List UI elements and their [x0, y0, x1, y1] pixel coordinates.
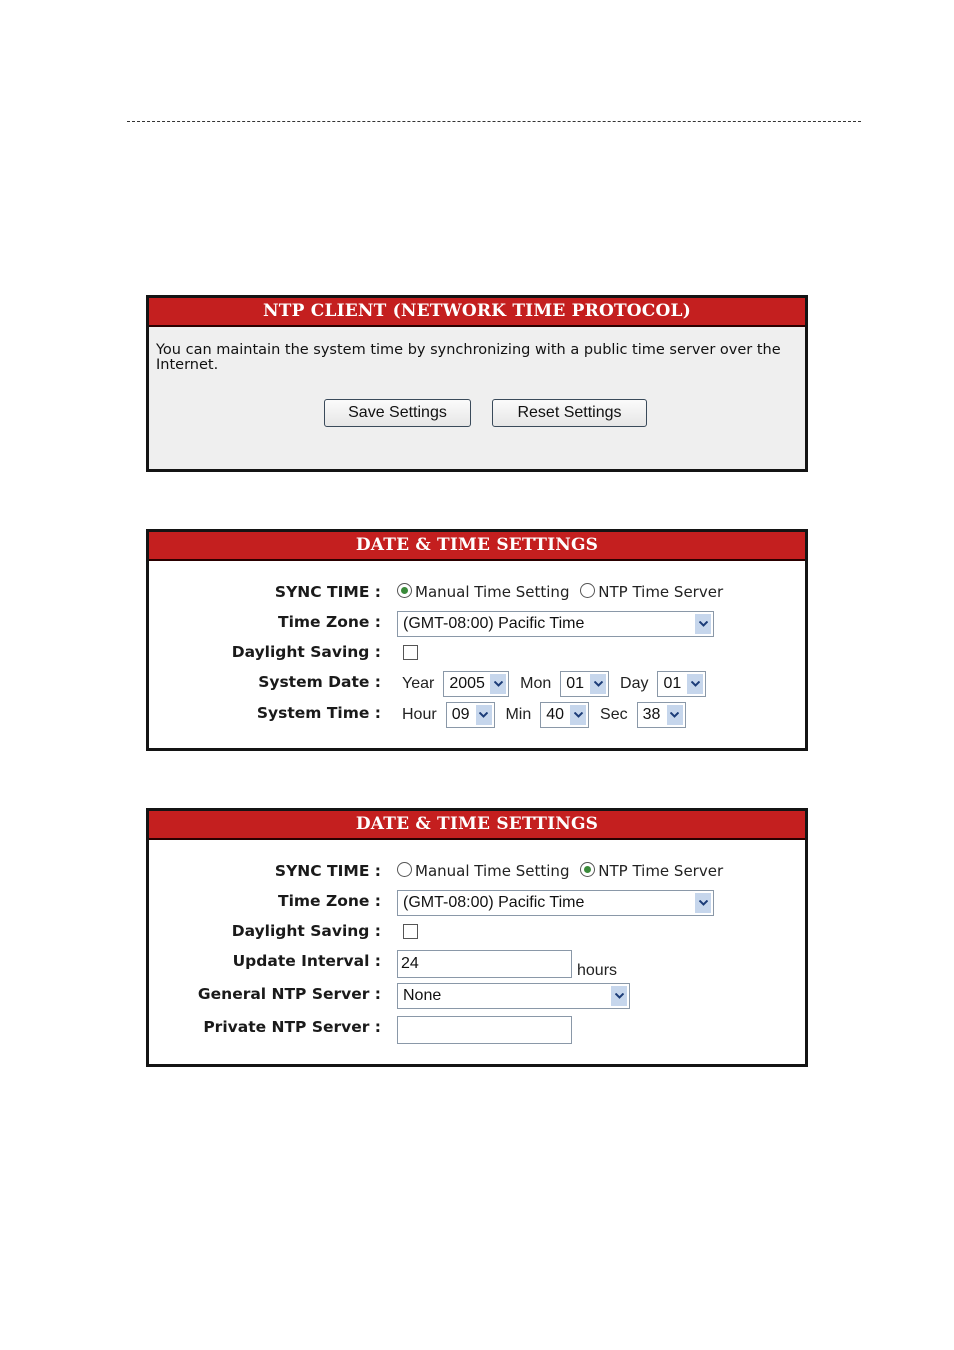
chevron-down-icon[interactable] [695, 614, 711, 634]
update-interval-label: Update Interval : [232, 952, 381, 970]
chevron-down-icon[interactable] [611, 986, 627, 1006]
month-label: Mon [520, 675, 552, 692]
chevron-down-icon[interactable] [695, 893, 711, 913]
sync-time-label: SYNC TIME : [274, 862, 381, 880]
time-zone-label: Time Zone : [278, 892, 381, 910]
hour-value: 09 [451, 706, 470, 723]
daylight-saving-row: Daylight Saving : [149, 920, 805, 948]
manual-time-radio[interactable] [397, 583, 412, 598]
panel-title: DATE & TIME SETTINGS [149, 811, 805, 840]
description-text: You can maintain the system time by sync… [156, 342, 781, 373]
sec-value: 38 [642, 706, 661, 723]
min-select[interactable]: 40 [540, 702, 590, 728]
chevron-down-icon[interactable] [687, 674, 704, 694]
private-ntp-server-row: Private NTP Server : [149, 1016, 805, 1044]
chevron-down-icon[interactable] [490, 674, 507, 694]
sync-time-row: SYNC TIME : Manual Time Setting NTP Time… [149, 860, 805, 888]
daylight-saving-checkbox[interactable] [403, 645, 418, 660]
system-time-row: System Time : Hour 09 Min 40 Sec 38 [149, 702, 805, 730]
time-zone-value: (GMT-08:00) Pacific Time [403, 894, 585, 911]
daylight-saving-label: Daylight Saving : [231, 643, 381, 661]
sec-select[interactable]: 38 [636, 702, 686, 728]
hour-label: Hour [402, 706, 437, 723]
hours-unit-label: hours [577, 962, 618, 979]
time-zone-row: Time Zone : (GMT-08:00) Pacific Time [149, 611, 805, 639]
ntp-client-panel: NTP CLIENT (NETWORK TIME PROTOCOL) You c… [146, 295, 808, 472]
sync-time-label: SYNC TIME : [274, 583, 381, 601]
daylight-saving-label: Daylight Saving : [231, 922, 381, 940]
year-label: Year [402, 675, 435, 692]
reset-settings-button[interactable]: Reset Settings [492, 399, 647, 427]
day-label: Day [620, 675, 649, 692]
time-zone-value: (GMT-08:00) Pacific Time [403, 615, 585, 632]
general-ntp-server-value: None [403, 987, 442, 1004]
time-zone-label: Time Zone : [278, 613, 381, 631]
general-ntp-server-select[interactable]: None [397, 983, 630, 1009]
page-divider [127, 121, 861, 122]
date-time-settings-ntp-panel: DATE & TIME SETTINGS SYNC TIME : Manual … [146, 808, 808, 1067]
sync-time-row: SYNC TIME : Manual Time Setting NTP Time… [149, 581, 805, 609]
daylight-saving-row: Daylight Saving : [149, 641, 805, 669]
chevron-down-icon[interactable] [666, 705, 683, 725]
general-ntp-server-row: General NTP Server : None [149, 983, 805, 1011]
panel-body: You can maintain the system time by sync… [149, 327, 805, 469]
year-select[interactable]: 2005 [443, 671, 510, 697]
hour-select[interactable]: 09 [445, 702, 495, 728]
manual-time-radio-label[interactable]: Manual Time Setting [415, 583, 569, 601]
date-time-settings-manual-panel: DATE & TIME SETTINGS SYNC TIME : Manual … [146, 529, 808, 751]
private-ntp-server-input[interactable] [397, 1016, 572, 1044]
save-settings-button[interactable]: Save Settings [324, 399, 471, 427]
panel-body: SYNC TIME : Manual Time Setting NTP Time… [149, 561, 805, 748]
panel-title: DATE & TIME SETTINGS [149, 532, 805, 561]
time-zone-select[interactable]: (GMT-08:00) Pacific Time [397, 611, 714, 637]
update-interval-input[interactable]: 24 [397, 950, 572, 978]
update-interval-row: Update Interval : 24 hours [149, 950, 805, 979]
system-date-label: System Date : [258, 673, 381, 691]
ntp-time-server-radio[interactable] [580, 862, 596, 877]
manual-time-radio[interactable] [397, 862, 412, 877]
min-value: 40 [546, 706, 565, 723]
sec-label: Sec [600, 706, 628, 723]
day-select[interactable]: 01 [657, 671, 707, 697]
chevron-down-icon[interactable] [590, 674, 607, 694]
chevron-down-icon[interactable] [475, 705, 492, 725]
private-ntp-server-label: Private NTP Server : [203, 1018, 381, 1036]
time-zone-select[interactable]: (GMT-08:00) Pacific Time [397, 890, 714, 916]
min-label: Min [505, 706, 532, 723]
panel-body: SYNC TIME : Manual Time Setting NTP Time… [149, 840, 805, 1064]
system-time-label: System Time : [256, 704, 381, 722]
ntp-time-server-radio-label[interactable]: NTP Time Server [598, 862, 723, 880]
day-value: 01 [663, 675, 682, 692]
time-zone-row: Time Zone : (GMT-08:00) Pacific Time [149, 890, 805, 918]
ntp-time-server-radio[interactable] [580, 583, 596, 598]
daylight-saving-checkbox[interactable] [403, 924, 418, 939]
month-value: 01 [566, 675, 585, 692]
general-ntp-server-label: General NTP Server : [197, 985, 381, 1003]
manual-time-radio-label[interactable]: Manual Time Setting [415, 862, 569, 880]
year-value: 2005 [449, 675, 485, 692]
ntp-time-server-radio-label[interactable]: NTP Time Server [598, 583, 723, 601]
panel-title: NTP CLIENT (NETWORK TIME PROTOCOL) [149, 298, 805, 327]
chevron-down-icon[interactable] [570, 705, 587, 725]
system-date-row: System Date : Year 2005 Mon 01 Day 01 [149, 671, 805, 699]
month-select[interactable]: 01 [560, 671, 610, 697]
